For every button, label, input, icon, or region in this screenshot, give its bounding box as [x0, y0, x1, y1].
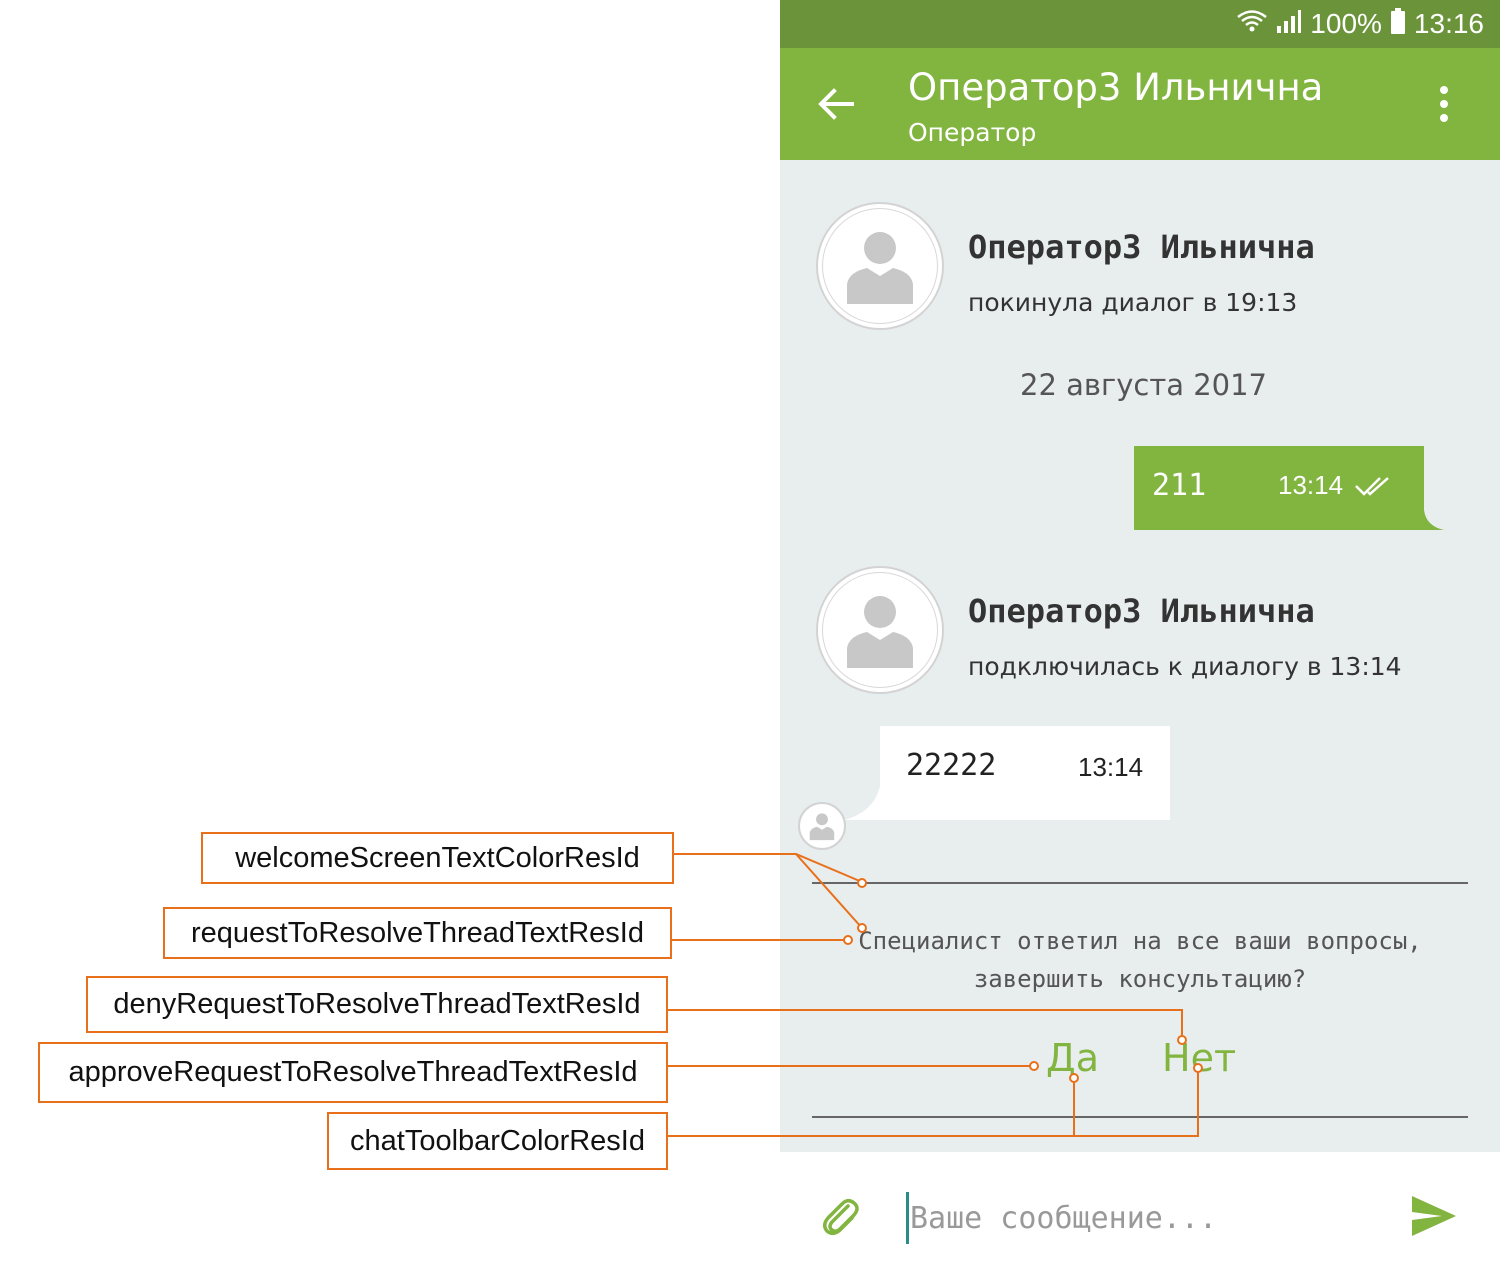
incoming-message[interactable]: 22222 13:14	[844, 726, 1170, 820]
date-separator: 22 августа 2017	[1020, 368, 1268, 402]
outgoing-message[interactable]: 211 13:14	[1134, 446, 1444, 530]
annotation-request-to-resolve-thread-text: requestToResolveThreadTextResId	[163, 907, 672, 959]
toolbar-subtitle: Оператор	[908, 118, 1037, 147]
status-bar: 100% 13:16	[780, 0, 1500, 48]
resolve-question-line-1: Специалист ответил на все ваши вопросы,	[858, 927, 1422, 955]
annotation-deny-request-to-resolve-thread-text: denyRequestToResolveThreadTextResId	[86, 976, 668, 1033]
message-input-bar	[780, 1152, 1500, 1280]
arrow-back-icon[interactable]	[816, 84, 856, 124]
person-placeholder-icon	[809, 813, 835, 841]
battery-icon	[1390, 7, 1406, 42]
divider-top	[812, 882, 1468, 884]
signal-icon	[1276, 8, 1302, 41]
text-cursor	[906, 1192, 909, 1244]
operator-avatar	[816, 566, 944, 694]
person-placeholder-icon	[847, 596, 913, 668]
chat-screen: 100% 13:16 Оператор3 Ильнична Оператор О…	[780, 0, 1500, 1280]
send-icon[interactable]	[1410, 1194, 1458, 1238]
status-time: 13:16	[1413, 8, 1484, 39]
message-input[interactable]	[910, 1190, 1390, 1246]
more-vert-icon[interactable]	[1434, 84, 1454, 124]
annotation-chat-toolbar-color: chatToolbarColorResId	[327, 1112, 668, 1170]
chat-toolbar: Оператор3 Ильнична Оператор	[780, 48, 1500, 160]
operator-name: Оператор3 Ильнична	[968, 228, 1315, 266]
battery-percent: 100%	[1310, 8, 1382, 39]
wifi-icon	[1236, 8, 1268, 41]
operator-avatar-small	[798, 802, 846, 850]
message-text: 22222	[906, 748, 997, 783]
toolbar-title: Оператор3 Ильнична	[908, 66, 1324, 109]
operator-event-info: покинула диалог в 19:13	[968, 288, 1298, 317]
resolve-thread-question: Специалист ответил на все ваши вопросы, …	[820, 922, 1460, 998]
operator-name: Оператор3 Ильнична	[968, 592, 1315, 630]
message-time: 13:14	[1278, 470, 1344, 500]
double-check-icon	[1354, 474, 1394, 498]
approve-button[interactable]: Да	[1046, 1036, 1099, 1080]
resolve-question-line-2: завершить консультацию?	[973, 965, 1307, 993]
message-text: 211	[1152, 468, 1207, 503]
annotation-approve-request-to-resolve-thread-text: approveRequestToResolveThreadTextResId	[38, 1042, 668, 1103]
message-time: 13:14	[1078, 752, 1144, 782]
deny-button[interactable]: Нет	[1162, 1036, 1236, 1080]
operator-avatar	[816, 202, 944, 330]
paperclip-icon[interactable]	[818, 1194, 862, 1238]
operator-event-info: подключилась к диалогу в 13:14	[968, 652, 1402, 681]
annotation-welcome-screen-text-color: welcomeScreenTextColorResId	[201, 832, 674, 884]
divider-bottom	[812, 1116, 1468, 1118]
person-placeholder-icon	[847, 232, 913, 304]
